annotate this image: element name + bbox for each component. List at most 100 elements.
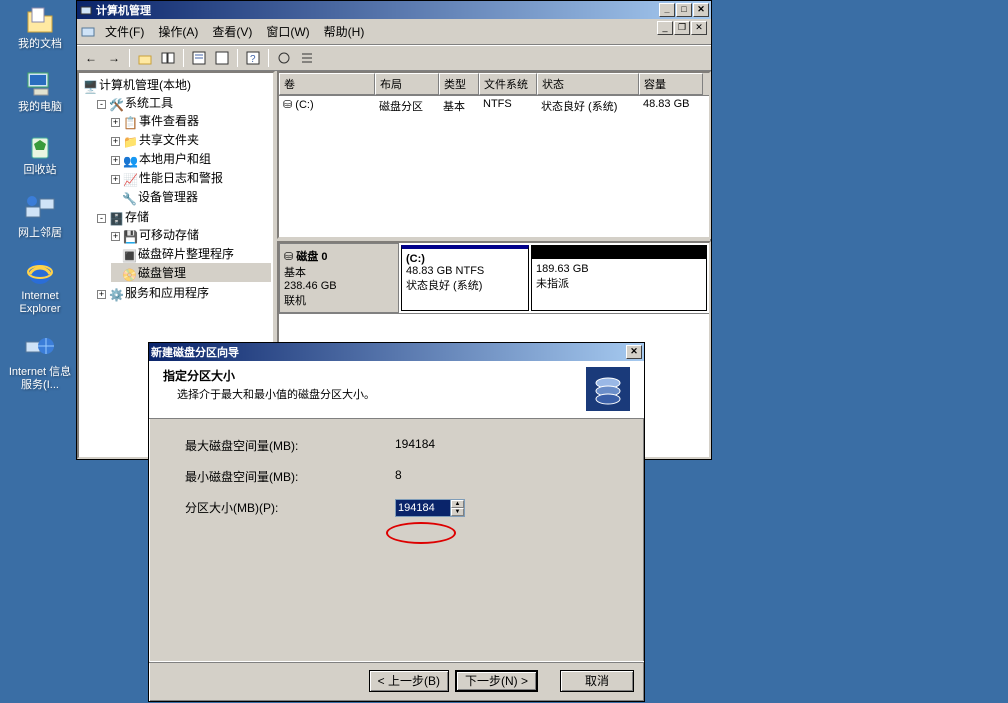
compmgmt-icon [79, 3, 93, 17]
next-button[interactable]: 下一步(N) > [455, 670, 538, 692]
cancel-button[interactable]: 取消 [560, 670, 634, 692]
perf-icon: 📈 [123, 173, 137, 185]
col-layout[interactable]: 布局 [375, 73, 439, 95]
expand-icon[interactable]: + [97, 290, 106, 299]
menu-action[interactable]: 操作(A) [152, 21, 204, 42]
collapse-icon[interactable]: - [97, 214, 106, 223]
tree-removable[interactable]: +💾可移动存储 [111, 225, 271, 244]
col-volume[interactable]: 卷 [279, 73, 375, 95]
mdi-restore-button[interactable]: ❐ [674, 21, 690, 35]
partition-c[interactable]: (C:) 48.83 GB NTFS 状态良好 (系统) [401, 245, 529, 311]
tree-shared-folders[interactable]: +📁共享文件夹 [111, 130, 271, 149]
disk-kind: 基本 [284, 264, 394, 280]
toolbar-show-hide-button[interactable] [158, 48, 178, 68]
partition-size-spinner: ▲ ▼ [395, 499, 465, 517]
diskmgmt-icon: 📀 [122, 268, 136, 280]
cell-layout: 磁盘分区 [375, 97, 439, 115]
toolbar-forward-button[interactable]: → [104, 48, 124, 68]
menu-view[interactable]: 查看(V) [206, 21, 258, 42]
tree-label: 共享文件夹 [139, 133, 199, 147]
wizard-title: 新建磁盘分区向导 [151, 344, 626, 360]
col-fs[interactable]: 文件系统 [479, 73, 537, 95]
tree-disk-management[interactable]: 📀磁盘管理 [111, 263, 271, 282]
disk-wizard-icon [586, 367, 630, 411]
ie-icon [24, 256, 56, 288]
wizard-titlebar[interactable]: 新建磁盘分区向导 ✕ [149, 343, 644, 361]
expand-icon[interactable]: + [111, 175, 120, 184]
desktop-icon-ie[interactable]: Internet Explorer [5, 256, 75, 316]
desktop-icon-iis[interactable]: Internet 信息服务(I... [5, 332, 75, 392]
desktop-icons: 我的文档 我的电脑 回收站 网上邻居 Internet Explorer Int… [0, 0, 80, 392]
menubar: 文件(F) 操作(A) 查看(V) 窗口(W) 帮助(H) _ ❐ ✕ [77, 19, 711, 45]
window-title: 计算机管理 [96, 2, 659, 18]
partition-status: 状态良好 (系统) [406, 280, 482, 292]
menu-file[interactable]: 文件(F) [99, 21, 150, 42]
partition-unallocated[interactable]: 189.63 GB 未指派 [531, 245, 707, 311]
desktop-icon-label: 回收站 [24, 164, 57, 177]
tree-services[interactable]: +⚙️服务和应用程序 [97, 283, 271, 302]
cell-text: (C:) [295, 99, 313, 111]
desktop-icon-network[interactable]: 网上邻居 [5, 193, 75, 240]
documents-icon [24, 4, 56, 36]
desktop-icon-my-docs[interactable]: 我的文档 [5, 4, 75, 51]
tree-perf-logs[interactable]: +📈性能日志和警报 [111, 168, 271, 187]
close-button[interactable]: ✕ [693, 3, 709, 17]
tree-label: 设备管理器 [138, 190, 198, 204]
minimize-button[interactable]: _ [659, 3, 675, 17]
toolbar-back-button[interactable]: ← [81, 48, 101, 68]
expand-icon[interactable]: + [111, 137, 120, 146]
expand-icon[interactable]: + [111, 232, 120, 241]
tree-defrag[interactable]: 🔳磁盘碎片整理程序 [111, 244, 271, 263]
mdi-minimize-button[interactable]: _ [657, 21, 673, 35]
tree-device-manager[interactable]: 🔧设备管理器 [111, 187, 271, 206]
toolbar-settings-button[interactable] [274, 48, 294, 68]
toolbar-list-button[interactable] [297, 48, 317, 68]
back-button[interactable]: < 上一步(B) [369, 670, 449, 692]
max-size-value: 194184 [395, 437, 435, 454]
mmc-icon [81, 21, 97, 42]
tree-event-viewer[interactable]: +📋事件查看器 [111, 111, 271, 130]
partition-status: 未指派 [536, 278, 569, 290]
close-button[interactable]: ✕ [626, 345, 642, 359]
desktop-icon-label: Internet 信息服务(I... [5, 366, 75, 392]
disk-info-label[interactable]: ⛁ 磁盘 0 基本 238.46 GB 联机 [279, 243, 399, 313]
spinner-down-button[interactable]: ▼ [451, 508, 464, 516]
menu-window[interactable]: 窗口(W) [260, 21, 315, 42]
col-type[interactable]: 类型 [439, 73, 479, 95]
computer-icon: 🖥️ [83, 80, 97, 92]
spinner-up-button[interactable]: ▲ [451, 500, 464, 508]
toolbar-refresh-button[interactable] [212, 48, 232, 68]
mdi-close-button[interactable]: ✕ [691, 21, 707, 35]
collapse-icon[interactable]: - [97, 100, 106, 109]
col-capacity[interactable]: 容量 [639, 73, 703, 95]
desktop-icon-label: Internet Explorer [5, 290, 75, 316]
disk-row[interactable]: ⛁ 磁盘 0 基本 238.46 GB 联机 (C:) 48.83 GB NTF… [279, 243, 709, 314]
wizard-step-subtitle: 选择介于最大和最小值的磁盘分区大小。 [163, 384, 586, 402]
volume-list[interactable]: 卷 布局 类型 文件系统 状态 容量 ⛁ (C:) 磁盘分区 基本 NTFS 状… [277, 71, 711, 239]
window-titlebar[interactable]: 计算机管理 _ □ ✕ [77, 1, 711, 19]
tree-local-users[interactable]: +👥本地用户和组 [111, 149, 271, 168]
users-icon: 👥 [123, 154, 137, 166]
col-status[interactable]: 状态 [537, 73, 639, 95]
tree-label: 本地用户和组 [139, 152, 211, 166]
toolbar-up-button[interactable] [135, 48, 155, 68]
desktop-icon-recycle-bin[interactable]: 回收站 [5, 130, 75, 177]
wizard-step-title: 指定分区大小 [163, 367, 586, 384]
toolbar-properties-button[interactable] [189, 48, 209, 68]
menu-help[interactable]: 帮助(H) [318, 21, 371, 42]
tree-label: 性能日志和警报 [139, 171, 223, 185]
desktop-icon-my-computer[interactable]: 我的电脑 [5, 67, 75, 114]
tree-system-tools[interactable]: -🛠️系统工具 +📋事件查看器 +📁共享文件夹 +👥本地用户和组 +📈性能日志和… [97, 93, 271, 207]
partition-name: (C:) [406, 253, 425, 265]
tree-root[interactable]: 🖥️计算机管理(本地) -🛠️系统工具 +📋事件查看器 +📁共享文件夹 +👥本地… [83, 75, 271, 303]
expand-icon[interactable]: + [111, 118, 120, 127]
maximize-button[interactable]: □ [676, 3, 692, 17]
tree-storage[interactable]: -🗄️存储 +💾可移动存储 🔳磁盘碎片整理程序 📀磁盘管理 [97, 207, 271, 283]
expand-icon[interactable]: + [111, 156, 120, 165]
partition-size-input[interactable] [396, 500, 450, 516]
desktop-icon-label: 我的电脑 [18, 101, 62, 114]
volume-list-header: 卷 布局 类型 文件系统 状态 容量 [279, 73, 709, 96]
tree-label: 服务和应用程序 [125, 286, 209, 300]
volume-row[interactable]: ⛁ (C:) 磁盘分区 基本 NTFS 状态良好 (系统) 48.83 GB [279, 96, 709, 116]
toolbar-help-button[interactable]: ? [243, 48, 263, 68]
